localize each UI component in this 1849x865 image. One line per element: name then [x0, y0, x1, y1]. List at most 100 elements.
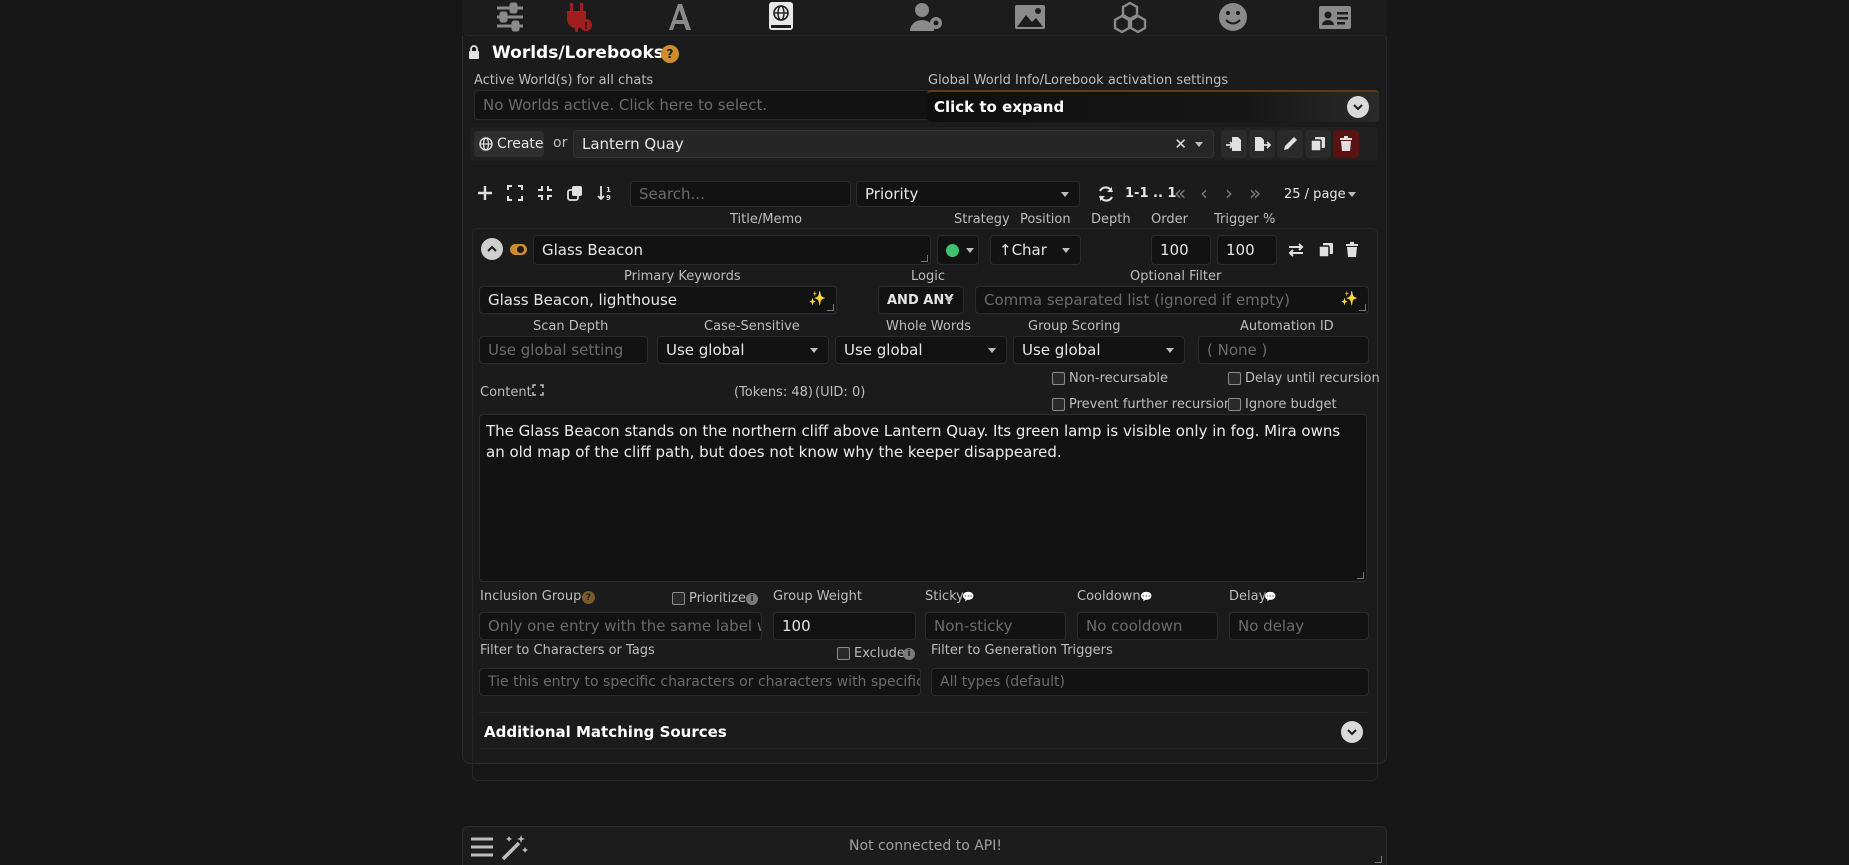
group-weight-label: Group Weight	[773, 589, 863, 604]
duplicate-book-icon[interactable]	[1305, 130, 1331, 158]
entry-toggle[interactable]	[510, 244, 527, 255]
search-input[interactable]: Search...	[630, 181, 851, 207]
first-page-icon[interactable]: «	[1174, 181, 1186, 205]
fill-memos-icon[interactable]	[564, 182, 586, 204]
prev-page-icon[interactable]: ‹	[1200, 181, 1208, 205]
bottom-chat-bar: Not connected to API!	[462, 826, 1387, 865]
scan-depth-label: Scan Depth	[533, 319, 609, 334]
content-textarea[interactable]: The Glass Beacon stands on the northern …	[479, 414, 1367, 582]
delete-book-icon[interactable]	[1333, 130, 1359, 158]
chevron-down-icon[interactable]	[1341, 721, 1363, 743]
smiley-icon[interactable]	[1211, 0, 1255, 34]
help-icon[interactable]: ?	[582, 591, 595, 604]
filter-characters-input[interactable]: Tie this entry to specific characters or…	[479, 668, 921, 696]
chevron-down-icon[interactable]	[1347, 96, 1369, 118]
primary-keywords-input[interactable]: Glass Beacon, lighthouse ✨	[479, 286, 837, 314]
sort-order-icon[interactable]: 19	[594, 182, 616, 204]
sticky-label: Sticky	[925, 589, 964, 604]
entry-title-input[interactable]: Glass Beacon	[533, 235, 931, 265]
sparkle-icon[interactable]: ✨	[1341, 291, 1358, 307]
optional-filter-input[interactable]: Comma separated list (ignored if empty) …	[975, 286, 1369, 314]
worlds-lorebooks-panel: Worlds/Lorebooks ? Active World(s) for a…	[462, 36, 1387, 781]
duplicate-entry-icon[interactable]	[1315, 239, 1337, 261]
inclusion-group-input[interactable]: Only one entry with the same label will	[479, 612, 762, 640]
delay-until-recursion-checkbox[interactable]	[1228, 372, 1241, 385]
cooldown-input[interactable]: No cooldown	[1077, 612, 1218, 640]
optional-filter-label: Optional Filter	[1130, 269, 1222, 284]
plug-icon[interactable]: !	[556, 0, 600, 34]
add-entry-icon[interactable]	[474, 182, 496, 204]
content-label: Content	[480, 385, 532, 400]
help-icon[interactable]: ?	[661, 45, 679, 63]
export-icon[interactable]	[1249, 130, 1275, 158]
automation-id-input[interactable]: ( None )	[1198, 336, 1369, 364]
expand-content-icon[interactable]	[532, 384, 544, 396]
global-settings-expander[interactable]: Click to expand	[927, 90, 1379, 122]
whole-words-label: Whole Words	[886, 319, 971, 334]
filter-triggers-input[interactable]: All types (default)	[931, 668, 1369, 696]
primary-keywords-label: Primary Keywords	[624, 269, 741, 284]
expand-all-icon[interactable]	[504, 182, 526, 204]
order-input[interactable]: 100	[1151, 235, 1211, 265]
collapse-all-icon[interactable]	[534, 182, 556, 204]
create-book-button[interactable]: Create	[474, 131, 544, 157]
trigger-input[interactable]: 100	[1217, 235, 1277, 265]
page-size-select[interactable]: 25 / page	[1275, 181, 1367, 207]
prevent-further-recursion-label: Prevent further recursion	[1069, 397, 1233, 412]
global-settings-label: Global World Info/Lorebook activation se…	[928, 73, 1229, 88]
info-icon[interactable]: i	[746, 593, 758, 605]
sliders-icon[interactable]	[488, 0, 532, 34]
import-icon[interactable]	[1221, 130, 1247, 158]
chat-bubbles-icon: 💬	[1264, 592, 1277, 603]
additional-sources-expander[interactable]: Additional Matching Sources	[479, 715, 1369, 747]
case-sensitive-select[interactable]: Use global	[657, 336, 829, 364]
sort-select[interactable]: Priority	[856, 181, 1080, 207]
group-scoring-select[interactable]: Use global	[1013, 336, 1185, 364]
ignore-budget-checkbox[interactable]	[1228, 398, 1241, 411]
image-icon[interactable]	[1008, 0, 1052, 34]
or-text: or	[553, 135, 568, 151]
last-page-icon[interactable]: »	[1249, 181, 1261, 205]
group-scoring-label: Group Scoring	[1028, 319, 1121, 334]
refresh-icon[interactable]	[1097, 185, 1115, 203]
delay-until-recursion-label: Delay until recursion	[1245, 371, 1380, 386]
globe-icon	[479, 137, 493, 151]
prioritize-checkbox[interactable]	[672, 592, 685, 605]
book-select[interactable]: Lantern Quay ✕	[573, 130, 1214, 158]
lock-icon[interactable]	[467, 45, 481, 59]
selected-book: Lantern Quay	[582, 135, 684, 153]
move-entry-icon[interactable]	[1285, 239, 1307, 261]
clear-icon[interactable]: ✕	[1174, 135, 1187, 153]
cubes-icon[interactable]	[1108, 0, 1152, 34]
sticky-input[interactable]: Non-sticky	[925, 612, 1066, 640]
active-worlds-select[interactable]: No Worlds active. Click here to select.	[474, 90, 933, 120]
status-dot-icon	[946, 244, 959, 257]
exclude-checkbox[interactable]	[837, 647, 850, 660]
group-weight-input[interactable]: 100	[773, 612, 916, 640]
info-icon[interactable]: i	[903, 648, 915, 660]
book-globe-icon[interactable]	[759, 0, 803, 34]
sparkle-icon[interactable]: ✨	[809, 291, 826, 307]
collapse-entry-icon[interactable]	[481, 238, 503, 260]
position-select[interactable]: ↑Char	[990, 235, 1081, 265]
svg-text:!: !	[584, 21, 589, 32]
delete-entry-icon[interactable]	[1341, 239, 1363, 261]
next-page-icon[interactable]: ›	[1225, 181, 1233, 205]
user-gear-icon[interactable]	[905, 0, 949, 34]
logic-select[interactable]: AND ANY	[878, 286, 964, 314]
id-card-icon[interactable]	[1313, 0, 1357, 34]
font-icon[interactable]	[658, 0, 702, 34]
strategy-select[interactable]	[937, 235, 979, 265]
scan-depth-input[interactable]: Use global setting	[479, 336, 648, 364]
rename-pencil-icon[interactable]	[1277, 130, 1303, 158]
delay-input[interactable]: No delay	[1229, 612, 1369, 640]
inclusion-group-label: Inclusion Group	[480, 589, 582, 604]
non-recursable-checkbox[interactable]	[1052, 372, 1065, 385]
dropdown-arrow-icon	[1195, 142, 1203, 147]
expand-label: Click to expand	[934, 98, 1065, 116]
content-text: The Glass Beacon stands on the northern …	[486, 422, 1341, 461]
header-depth: Depth	[1091, 212, 1131, 227]
prevent-further-recursion-checkbox[interactable]	[1052, 398, 1065, 411]
logic-label: Logic	[911, 269, 945, 284]
whole-words-select[interactable]: Use global	[835, 336, 1007, 364]
